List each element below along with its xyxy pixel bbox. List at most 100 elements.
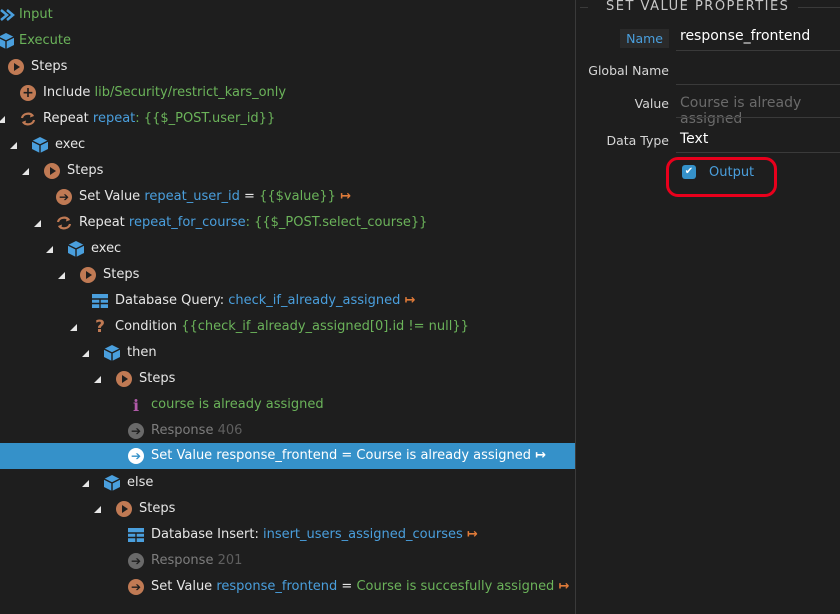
node-label: Steps — [31, 59, 68, 74]
tree-node-set-value[interactable]: ➔ Set Value response_frontend = Course i… — [0, 574, 575, 600]
properties-panel: SET VALUE PROPERTIES Name response_front… — [576, 0, 840, 614]
collapse-toggle[interactable] — [92, 496, 102, 522]
node-keyword: Include — [43, 85, 91, 100]
data-type-label: Data Type — [606, 133, 669, 148]
node-keyword: Condition — [115, 319, 178, 334]
field-underline — [676, 152, 840, 153]
tree-node-steps[interactable]: Steps — [0, 158, 575, 184]
steps-icon — [114, 369, 134, 389]
tree-node-steps[interactable]: Steps — [0, 262, 575, 288]
annotation-highlight — [666, 157, 777, 197]
field-underline — [676, 117, 840, 118]
node-label: else — [127, 475, 154, 490]
response-code: 201 — [217, 553, 243, 568]
collapse-toggle[interactable] — [44, 236, 54, 262]
info-icon: i — [132, 395, 140, 415]
name-input[interactable]: response_frontend — [680, 28, 810, 44]
value-input[interactable]: Course is already assigned — [680, 95, 840, 127]
node-name: repeat — [92, 111, 136, 126]
node-keyword: Repeat — [43, 111, 89, 126]
global-name-label: Global Name — [588, 63, 669, 78]
tree-node-exec[interactable]: exec — [0, 132, 575, 158]
plus-icon: + — [18, 83, 38, 103]
section-rule — [580, 7, 588, 8]
steps-icon — [6, 57, 26, 77]
node-expression: {{$value}} — [259, 189, 336, 204]
response-code: 406 — [217, 423, 243, 438]
node-keyword: Set Value — [151, 579, 213, 594]
table-icon — [126, 525, 146, 545]
steps-icon — [78, 265, 98, 285]
node-keyword: Repeat — [79, 215, 125, 230]
exit-icon: ↦ — [535, 448, 546, 463]
steps-icon — [114, 499, 134, 519]
data-type-select[interactable]: Text — [680, 131, 708, 147]
node-label: exec — [55, 137, 86, 152]
node-expression: {{check_if_already_assigned[0].id != nul… — [181, 319, 469, 334]
collapse-toggle[interactable] — [92, 366, 102, 392]
tree-node-database-insert[interactable]: Database Insert: insert_users_assigned_c… — [0, 522, 575, 548]
response-icon: ➔ — [126, 551, 146, 571]
section-rule — [798, 7, 840, 8]
cube-icon — [102, 473, 122, 493]
tree-node-set-value-selected[interactable]: ➔ Set Value response_frontend = Course i… — [0, 443, 575, 469]
node-expression: : {{$_POST.user_id}} — [135, 111, 276, 126]
cube-icon — [30, 135, 50, 155]
tree-node-steps[interactable]: Steps — [0, 54, 575, 80]
collapse-toggle[interactable] — [20, 158, 30, 184]
exit-icon: ↦ — [558, 579, 570, 594]
collapse-toggle[interactable] — [0, 106, 6, 132]
repeat-icon — [54, 213, 74, 233]
tree-node-comment[interactable]: i course is already assigned — [0, 392, 575, 418]
node-label: Steps — [103, 267, 140, 282]
node-label: Steps — [139, 371, 176, 386]
table-icon — [90, 291, 110, 311]
node-label: Execute — [19, 33, 71, 48]
tree-node-else[interactable]: else — [0, 470, 575, 496]
tree-node-execute[interactable]: Execute — [0, 28, 575, 54]
tree-node-response[interactable]: ➔ Response 406 — [0, 418, 575, 444]
collapse-toggle[interactable] — [80, 470, 90, 496]
collapse-toggle[interactable] — [80, 340, 90, 366]
tree-node-set-value[interactable]: ➔ Set Value repeat_user_id = {{$value}} ↦ — [0, 184, 575, 210]
field-underline — [676, 84, 840, 85]
tree-node-repeat[interactable]: Repeat repeat: {{$_POST.user_id}} — [0, 106, 575, 132]
collapse-toggle[interactable] — [68, 314, 78, 340]
tree-node-input[interactable]: Input — [0, 2, 575, 28]
node-label: Set Value response_frontend = Course is … — [151, 448, 532, 463]
node-keyword: Database Query: — [115, 293, 225, 308]
field-underline — [676, 50, 840, 51]
exit-icon: ↦ — [339, 189, 351, 204]
tree-node-then[interactable]: then — [0, 340, 575, 366]
collapse-toggle[interactable] — [56, 262, 66, 288]
tree-node-steps[interactable]: Steps — [0, 366, 575, 392]
exit-icon: ↦ — [404, 293, 416, 308]
collapse-toggle[interactable] — [8, 132, 18, 158]
node-label: then — [127, 345, 157, 360]
tree-node-exec[interactable]: exec — [0, 236, 575, 262]
tree-node-database-query[interactable]: Database Query: check_if_already_assigne… — [0, 288, 575, 314]
tree-node-steps[interactable]: Steps — [0, 496, 575, 522]
node-label: Input — [19, 7, 53, 22]
node-name: repeat_for_course — [128, 215, 246, 230]
tree-node-include[interactable]: + Include lib/Security/restrict_kars_onl… — [0, 80, 575, 106]
collapse-toggle[interactable] — [32, 210, 42, 236]
node-expression: : {{$_POST.select_course}} — [245, 215, 428, 230]
cube-icon — [66, 239, 86, 259]
set-value-icon: ➔ — [126, 446, 146, 466]
node-keyword: Response — [151, 423, 214, 438]
node-keyword: Database Insert: — [151, 527, 259, 542]
value-label: Value — [634, 96, 669, 111]
tree-node-repeat[interactable]: Repeat repeat_for_course: {{$_POST.selec… — [0, 210, 575, 236]
node-keyword: Set Value — [79, 189, 141, 204]
tree-node-response[interactable]: ➔ Response 201 — [0, 548, 575, 574]
exit-icon: ↦ — [466, 527, 478, 542]
include-path: lib/Security/restrict_kars_only — [94, 85, 287, 100]
input-icon — [0, 5, 18, 25]
properties-title: SET VALUE PROPERTIES — [606, 0, 790, 14]
node-label: Steps — [139, 501, 176, 516]
node-label: Steps — [67, 163, 104, 178]
set-value-icon: ➔ — [126, 577, 146, 597]
action-tree: Input Execute Steps + Include lib/Securi… — [0, 0, 575, 614]
tree-node-condition[interactable]: ? Condition {{check_if_already_assigned[… — [0, 314, 575, 340]
